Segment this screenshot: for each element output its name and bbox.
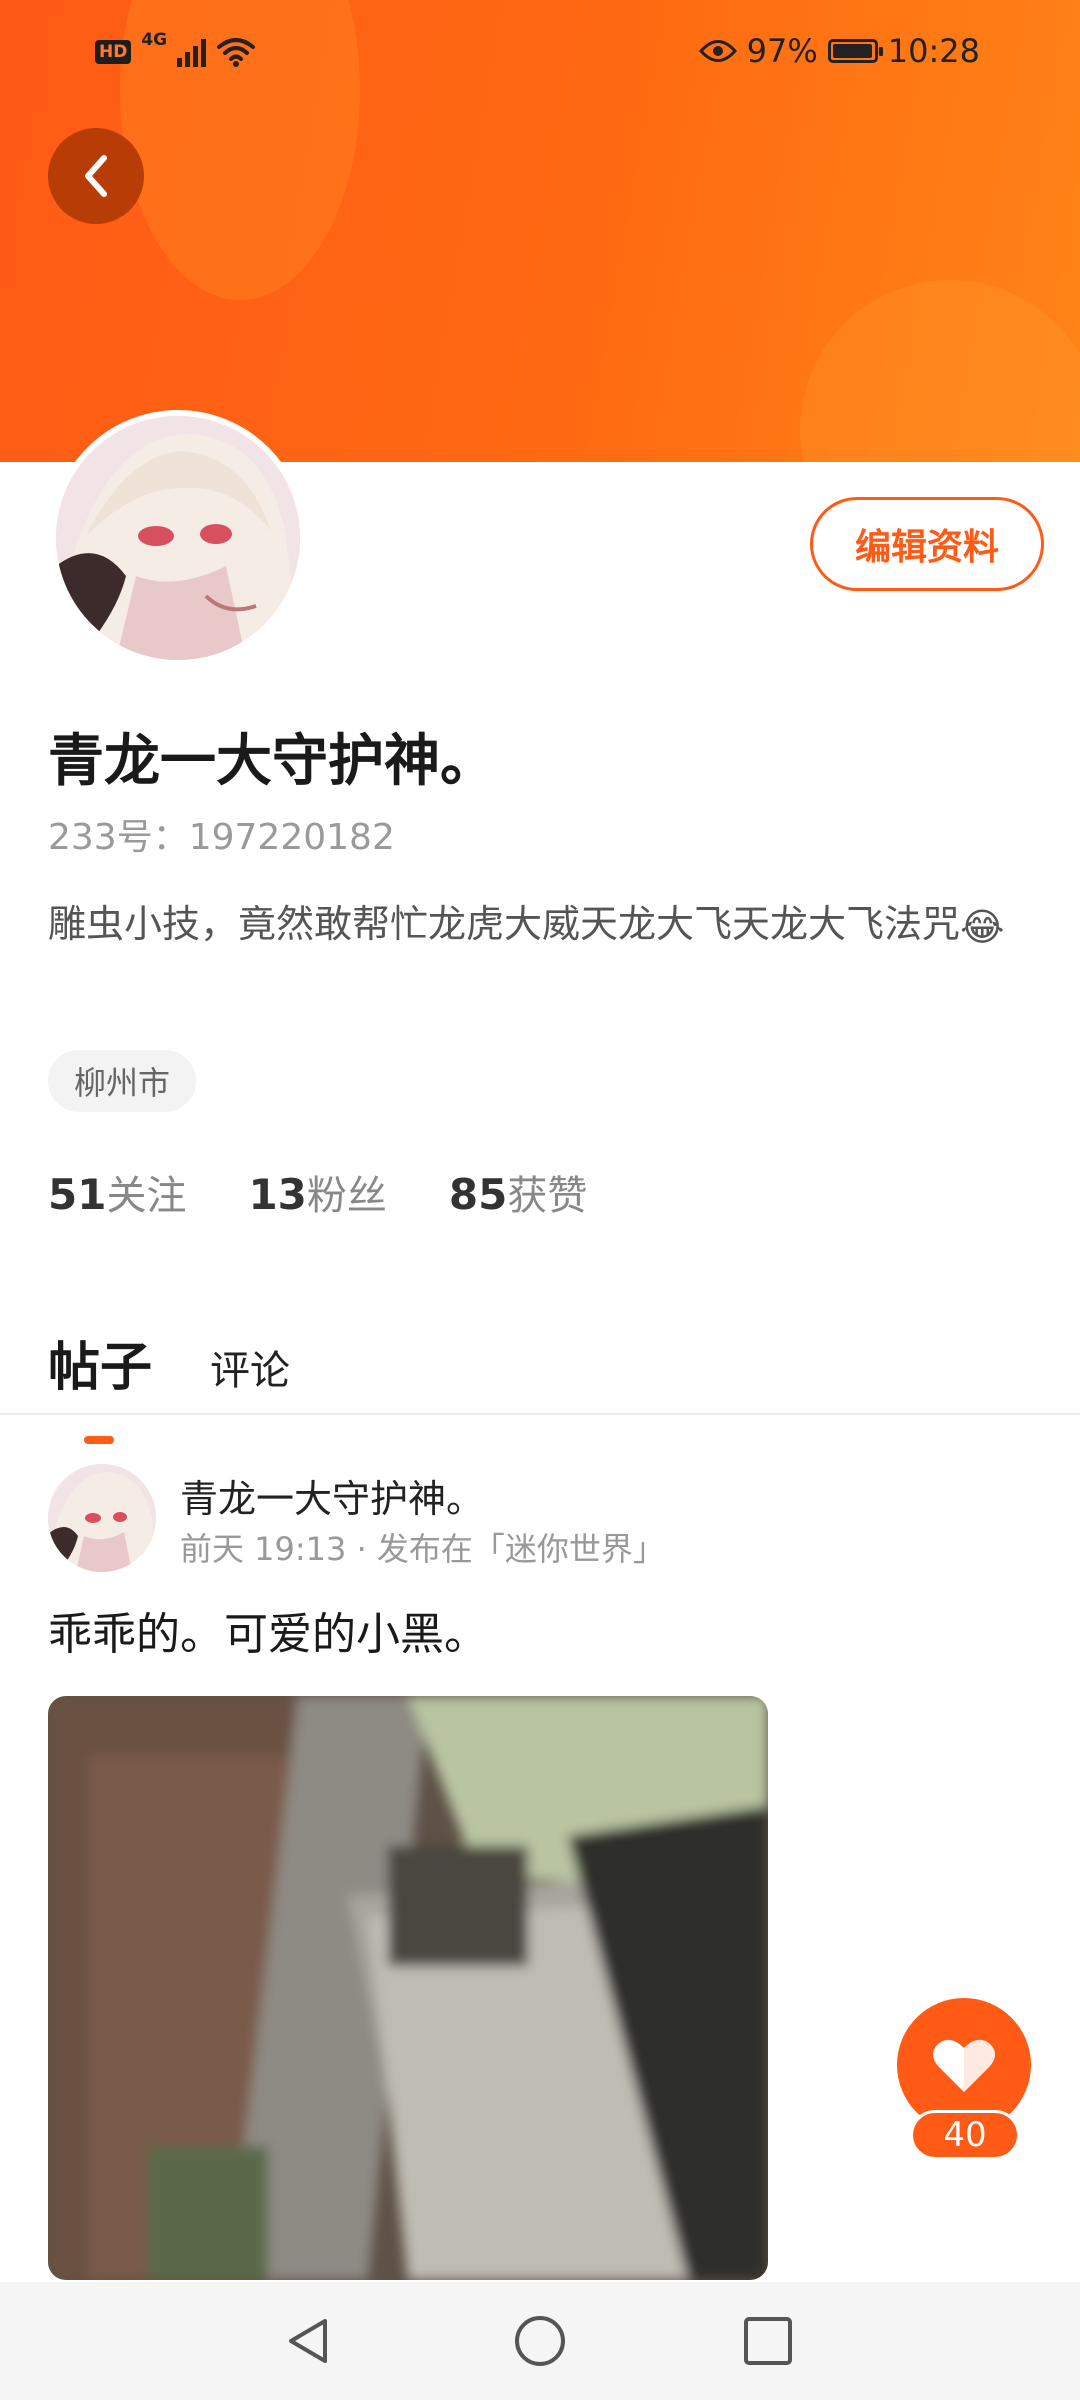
system-nav-bar (0, 2282, 1080, 2400)
like-count[interactable]: 40 (910, 2110, 1020, 2160)
status-bar: HD 4G 97% 10:28 (0, 0, 1080, 105)
stat-number: 51 (48, 1170, 107, 1219)
avatar-image (56, 416, 300, 660)
post-photo (48, 1696, 768, 2280)
avatar-image (48, 1464, 156, 1572)
status-left: HD 4G (95, 30, 256, 74)
back-button[interactable] (48, 128, 144, 224)
nav-recents-icon (744, 2317, 792, 2365)
tabs-divider (0, 1413, 1080, 1415)
status-right: 97% 10:28 (698, 28, 980, 74)
bio-text: 雕虫小技，竟然敢帮忙龙虎大威天龙大飞天龙大飞法咒 (48, 902, 961, 946)
eye-icon (698, 40, 737, 62)
stat-label: 关注 (106, 1173, 187, 1219)
stat-number: 13 (248, 1170, 307, 1219)
post-meta: 前天 19:13 · 发布在「迷你世界」 (180, 1530, 665, 1568)
tab-posts[interactable]: 帖子 (48, 1325, 152, 1444)
network-type: 4G (141, 30, 168, 50)
signal-icon (177, 37, 207, 67)
banner-decoration (800, 280, 1080, 462)
nav-back-icon (289, 2319, 327, 2363)
nav-back-button[interactable] (274, 2306, 344, 2376)
stat-likes-received[interactable]: 85获赞 (449, 1163, 587, 1221)
stat-label: 获赞 (507, 1173, 588, 1219)
stat-label: 粉丝 (306, 1173, 387, 1219)
clock: 10:28 (887, 32, 980, 70)
edit-profile-button[interactable]: 编辑资料 (810, 497, 1044, 591)
profile-username: 青龙一大守护神。 (48, 729, 496, 794)
stat-following[interactable]: 51关注 (48, 1163, 186, 1221)
nav-recents-button[interactable] (733, 2306, 803, 2376)
profile-avatar[interactable] (50, 410, 306, 666)
nav-home-button[interactable] (505, 2306, 575, 2376)
profile-stats: 51关注 13粉丝 85获赞 (48, 1162, 587, 1222)
heart-icon (933, 2039, 995, 2092)
battery-icon (827, 39, 883, 63)
stat-number: 85 (448, 1170, 508, 1219)
nav-home-icon (515, 2316, 565, 2366)
battery-percent: 97% (746, 32, 818, 70)
back-arrow-icon (85, 155, 107, 197)
bio-emoji: 😂 (960, 904, 1005, 949)
post-text[interactable]: 乖乖的。可爱的小黑。 (48, 1598, 488, 1662)
stat-followers[interactable]: 13粉丝 (248, 1163, 386, 1221)
hd-badge: HD (95, 40, 132, 64)
post-author-name[interactable]: 青龙一大守护神。 (180, 1468, 484, 1523)
wifi-icon (217, 38, 256, 67)
profile-bio: 雕虫小技，竟然敢帮忙龙虎大威天龙大飞天龙大飞法咒😂 (48, 892, 1028, 959)
profile-user-id: 233号：197220182 (48, 817, 395, 858)
battery-fill (832, 44, 872, 58)
post-image[interactable] (48, 1696, 768, 2280)
profile-tabs: 帖子 评论 (48, 1300, 290, 1444)
post-author-avatar[interactable] (48, 1464, 156, 1572)
location-tag: 柳州市 (48, 1050, 197, 1112)
tab-comments[interactable]: 评论 (210, 1338, 290, 1400)
